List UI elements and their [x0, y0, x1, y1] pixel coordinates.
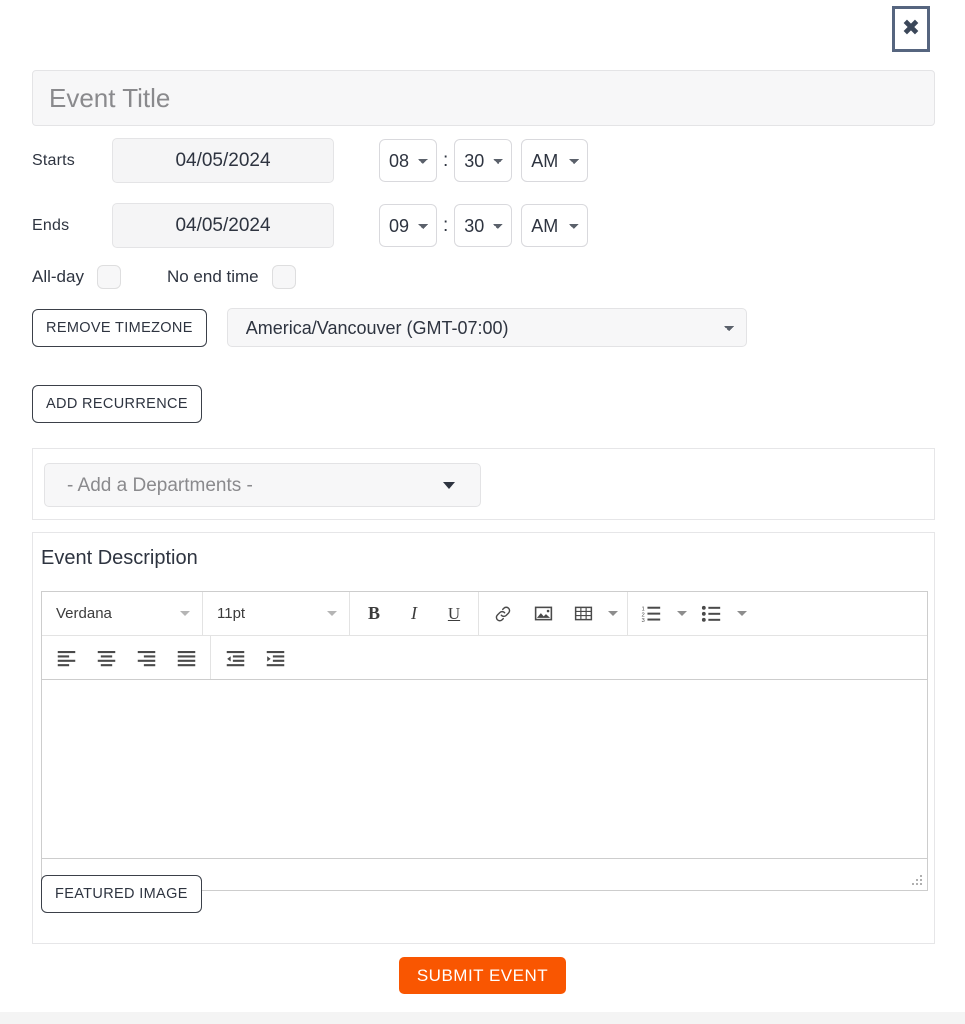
font-size-select[interactable]: 11pt: [207, 592, 345, 635]
font-family-select[interactable]: Verdana: [46, 592, 198, 635]
svg-text:3: 3: [642, 618, 646, 624]
starts-time-group: 08 : 30 AM: [379, 139, 589, 182]
font-family-value: Verdana: [56, 605, 112, 622]
featured-image-button[interactable]: FEATURED IMAGE: [41, 875, 202, 913]
bullet-list-icon[interactable]: [692, 596, 732, 632]
close-icon[interactable]: ✖: [892, 6, 930, 52]
ends-hour-select[interactable]: 09: [379, 204, 437, 247]
starts-meridiem-select[interactable]: AM: [521, 139, 589, 182]
starts-hour-select[interactable]: 08: [379, 139, 437, 182]
outdent-icon[interactable]: [215, 640, 255, 676]
ends-label: Ends: [32, 216, 70, 234]
bold-button[interactable]: B: [354, 596, 394, 632]
image-icon[interactable]: [523, 596, 563, 632]
event-title-row: [32, 70, 935, 126]
recurrence-row: ADD RECURRENCE: [32, 385, 202, 423]
align-left-icon[interactable]: [46, 640, 86, 676]
ends-minute-select[interactable]: 30: [454, 204, 513, 247]
table-options-chevron-down-icon[interactable]: [603, 611, 623, 616]
editor-toolbar-row-1: Verdana 11pt B I U 1 2 3: [42, 592, 927, 636]
departments-panel: - Add a Departments -: [32, 448, 935, 520]
ends-date-input[interactable]: [112, 203, 334, 248]
link-icon[interactable]: [483, 596, 523, 632]
starts-date-input[interactable]: [112, 138, 334, 183]
starts-minute-select[interactable]: 30: [454, 139, 513, 182]
starts-row: Starts 08 : 30 AM: [32, 138, 589, 183]
remove-timezone-button[interactable]: REMOVE TIMEZONE: [32, 308, 207, 347]
timezone-row: REMOVE TIMEZONE America/Vancouver (GMT-0…: [32, 308, 747, 347]
indent-group: [211, 636, 299, 679]
text-style-group: B I U: [350, 592, 479, 635]
day-options-row: All-day No end time: [32, 262, 299, 292]
insert-group: [479, 592, 628, 635]
resize-grip-icon[interactable]: [911, 875, 923, 887]
alignment-group: [42, 636, 211, 679]
description-editable-area[interactable]: [42, 680, 927, 858]
footer-band: [0, 1012, 965, 1024]
chevron-down-icon: [327, 611, 337, 616]
no-end-time-checkbox[interactable]: [271, 265, 296, 289]
submit-event-button[interactable]: SUBMIT EVENT: [398, 957, 567, 994]
departments-select[interactable]: - Add a Departments -: [44, 463, 481, 507]
rich-text-editor: Verdana 11pt B I U 1 2 3: [41, 591, 928, 859]
underline-button[interactable]: U: [434, 596, 474, 632]
align-right-icon[interactable]: [126, 640, 166, 676]
description-heading: Event Description: [41, 547, 198, 569]
align-justify-icon[interactable]: [166, 640, 206, 676]
editor-toolbar-row-2: [42, 636, 927, 680]
ends-time-group: 09 : 30 AM: [379, 204, 589, 247]
no-end-time-label: No end time: [166, 267, 259, 286]
all-day-label: All-day: [32, 267, 84, 286]
starts-time-separator: :: [443, 149, 449, 171]
ends-meridiem-select[interactable]: AM: [521, 204, 589, 247]
bullet-list-options-chevron-down-icon[interactable]: [732, 611, 752, 616]
ends-time-separator: :: [443, 214, 449, 236]
timezone-select[interactable]: America/Vancouver (GMT-07:00): [226, 308, 747, 347]
numbered-list-icon[interactable]: 1 2 3: [632, 596, 672, 632]
chevron-down-icon: [180, 611, 190, 616]
numbered-list-options-chevron-down-icon[interactable]: [672, 611, 692, 616]
list-group: 1 2 3: [628, 592, 756, 635]
align-center-icon[interactable]: [86, 640, 126, 676]
starts-label: Starts: [32, 151, 75, 169]
add-recurrence-button[interactable]: ADD RECURRENCE: [32, 385, 202, 423]
font-size-group: 11pt: [203, 592, 350, 635]
ends-row: Ends 09 : 30 AM: [32, 203, 589, 248]
indent-icon[interactable]: [255, 640, 295, 676]
font-family-group: Verdana: [42, 592, 203, 635]
font-size-value: 11pt: [217, 605, 246, 622]
event-title-input[interactable]: [32, 70, 935, 126]
event-form-dialog: ✖ Starts 08 : 30 AM Ends 09: [0, 0, 965, 1024]
description-panel: Event Description Verdana 11pt B I U 1 2…: [32, 532, 935, 944]
all-day-checkbox[interactable]: [96, 265, 121, 289]
table-icon[interactable]: [563, 596, 603, 632]
submit-row: SUBMIT EVENT: [0, 957, 965, 994]
italic-button[interactable]: I: [394, 596, 434, 632]
